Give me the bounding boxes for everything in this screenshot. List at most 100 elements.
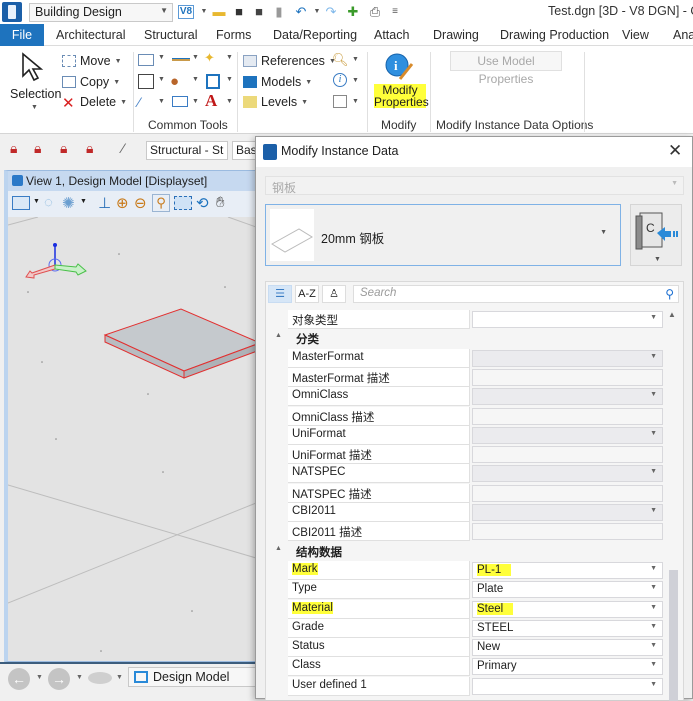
model-dropdown[interactable]: Design Model <box>128 667 260 687</box>
chevron-down-icon[interactable]: ▼ <box>80 198 87 205</box>
lock-icon[interactable]: 🔒︎ <box>10 140 17 157</box>
chevron-down-icon[interactable]: ▼ <box>116 674 123 681</box>
dialog-title-bar[interactable]: Modify Instance Data ✕ <box>256 137 692 167</box>
delete-button[interactable]: ✕ Delete ▼ <box>62 95 127 112</box>
tab-data-reporting[interactable]: Data/Reporting <box>273 24 357 46</box>
chevron-down-icon[interactable]: ▼ <box>352 56 359 63</box>
property-value-field[interactable] <box>472 523 663 541</box>
group-icon[interactable] <box>333 95 347 108</box>
tab-file[interactable]: File <box>0 24 44 46</box>
category-header[interactable]: ▲ 结构数据 <box>266 542 663 561</box>
sort-az-button[interactable]: A-Z <box>295 285 319 303</box>
measure-icon[interactable] <box>172 58 190 61</box>
categorized-view-icon[interactable]: ☰ <box>268 285 292 303</box>
open-folder-icon[interactable]: ▬ <box>210 3 228 21</box>
property-value-field[interactable]: ▼ <box>472 426 663 444</box>
info-icon[interactable]: i <box>333 73 347 87</box>
chevron-down-icon[interactable]: ▼ <box>33 198 40 205</box>
property-value-field[interactable] <box>472 368 663 386</box>
print-icon[interactable]: ⎙ <box>366 3 384 21</box>
lighting-icon[interactable]: ✺ <box>62 194 75 212</box>
update-view-icon[interactable]: ⊥ <box>98 194 111 212</box>
eyedropper-icon[interactable]: ⁄ <box>122 140 124 156</box>
references-button[interactable]: References ▼ <box>243 54 336 68</box>
close-icon[interactable]: ✕ <box>668 141 682 161</box>
scrollbar-thumb[interactable] <box>669 570 678 701</box>
category-header[interactable]: ▲ 分类 <box>266 329 663 348</box>
note-icon[interactable] <box>206 74 220 89</box>
text-icon[interactable]: A <box>205 91 217 111</box>
save-icon[interactable]: ■ <box>230 3 248 21</box>
chevron-down-icon[interactable]: ▼ <box>192 98 199 105</box>
chevron-down-icon[interactable]: ▼ <box>192 54 199 61</box>
structural-style-dropdown[interactable]: Structural - St <box>146 141 228 160</box>
chevron-down-icon[interactable]: ▼ <box>352 98 359 105</box>
rectangle-icon[interactable] <box>172 96 188 107</box>
tab-forms[interactable]: Forms <box>216 24 251 46</box>
grid-lock-icon[interactable]: 🔒︎ <box>86 140 93 157</box>
property-value-field[interactable] <box>472 407 663 425</box>
chevron-down-icon[interactable]: ▼ <box>352 77 359 84</box>
property-value-field[interactable]: STEEL ▼ <box>472 619 663 637</box>
fit-view-icon[interactable] <box>174 196 192 210</box>
chevron-down-icon[interactable]: ▼ <box>226 98 233 105</box>
display-style-icon[interactable]: ◌ <box>44 194 53 211</box>
zoom-out-icon[interactable]: ⊖ <box>134 194 147 212</box>
viewport-canvas[interactable] <box>8 217 256 663</box>
v8-icon[interactable]: V8 <box>178 5 194 19</box>
tab-drawing[interactable]: Drawing <box>433 24 479 46</box>
chevron-down-icon[interactable]: ▼ <box>36 674 43 681</box>
tab-structural[interactable]: Structural <box>144 24 198 46</box>
pan-view-icon[interactable]: ✋︎ <box>216 194 225 211</box>
back-icon[interactable]: ← <box>8 668 30 690</box>
place-element-icon[interactable] <box>138 54 154 66</box>
tab-analyze[interactable]: Anal <box>673 24 693 46</box>
search-element-icon[interactable]: 🔍︎ <box>332 52 349 68</box>
chevron-down-icon[interactable]: ▼ <box>226 54 233 61</box>
chevron-down-icon[interactable]: ▼ <box>158 98 165 105</box>
search-input[interactable]: Search ⚲ <box>353 285 679 303</box>
type-dropdown[interactable]: 20mm 钢板 ▼ <box>265 204 621 266</box>
property-value-field[interactable]: ▼ <box>472 388 663 406</box>
save-settings-icon[interactable]: ■ <box>250 3 268 21</box>
rotate-view-icon[interactable]: ⟲ <box>196 194 209 212</box>
compress-icon[interactable]: ▮ <box>270 3 288 21</box>
move-button[interactable]: Move ▼ <box>62 54 122 68</box>
snap-lock-icon[interactable]: 🔒︎ <box>60 140 67 157</box>
tab-drawing-production[interactable]: Drawing Production <box>500 24 609 46</box>
view-title-bar[interactable]: View 1, Design Model [Displayset] <box>8 171 256 191</box>
property-value-field[interactable]: Plate ▼ <box>472 581 663 599</box>
saved-views-icon[interactable] <box>88 672 112 684</box>
app-icon[interactable] <box>2 2 22 22</box>
property-value-field[interactable] <box>472 484 663 502</box>
forward-icon[interactable]: → <box>48 668 70 690</box>
chevron-down-icon[interactable]: ▼ <box>158 54 165 61</box>
tab-architectural[interactable]: Architectural <box>56 24 125 46</box>
property-value-field[interactable]: PL-1 ▼ <box>472 561 663 579</box>
property-value-field[interactable]: Steel ▼ <box>472 600 663 618</box>
chevron-down-icon[interactable]: ▼ <box>192 76 199 83</box>
property-value-field[interactable] <box>472 446 663 464</box>
scale-icon[interactable] <box>138 74 154 89</box>
property-value-field[interactable]: ▼ <box>472 677 663 695</box>
copy-button[interactable]: Copy ▼ <box>62 75 120 89</box>
collapse-icon[interactable]: ▲ <box>275 545 282 552</box>
models-button[interactable]: Models ▼ <box>243 75 312 89</box>
chevron-down-icon[interactable]: ▼ <box>226 76 233 83</box>
modify-properties-button[interactable]: i Modify Properties <box>372 50 429 114</box>
catalog-browser-button[interactable]: C ▼ <box>630 204 682 266</box>
view-attributes-icon[interactable] <box>12 196 30 210</box>
scroll-up-arrow-icon[interactable]: ▲ <box>668 310 676 319</box>
property-value-field[interactable]: ▼ <box>472 465 663 483</box>
tab-view[interactable]: View <box>622 24 649 46</box>
chevron-down-icon[interactable]: ▼ <box>76 674 83 681</box>
property-value-field[interactable]: ▼ <box>472 311 663 328</box>
pin-icon[interactable]: ✚ <box>344 3 362 21</box>
snap-icon[interactable]: ✦ <box>204 50 215 66</box>
levels-button[interactable]: Levels ▼ <box>243 95 308 109</box>
customize-quick-access-icon[interactable]: ≡ <box>386 3 404 21</box>
workflow-dropdown[interactable]: Building Design ▼ <box>29 3 173 22</box>
tab-attach[interactable]: Attach <box>374 24 409 46</box>
property-value-field[interactable]: ▼ <box>472 349 663 367</box>
axis-lock-icon[interactable]: 🔒︎ <box>34 140 41 157</box>
